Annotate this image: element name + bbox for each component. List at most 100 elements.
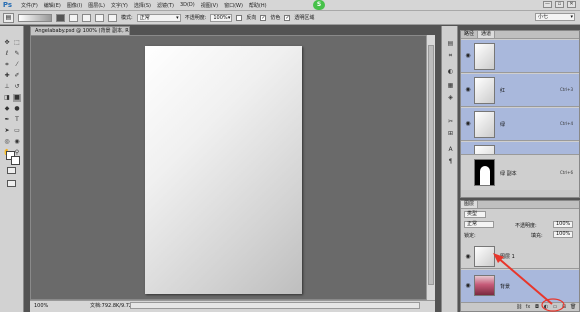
angle-gradient-button[interactable] [82, 13, 91, 22]
linear-gradient-button[interactable] [56, 13, 65, 22]
opacity-label: 不透明度: [184, 15, 207, 21]
close-button[interactable]: ✕ [567, 1, 576, 8]
reverse-checkbox[interactable] [236, 14, 243, 21]
menu-window[interactable]: 窗口(W) [224, 2, 243, 9]
blur-tool-icon[interactable]: ◆ [3, 105, 11, 113]
options-bar: ▤ 模式: 正常 不透明度: 100% 反向 仿色 透明区域 [0, 11, 580, 25]
vertical-scroll-thumb[interactable] [428, 45, 434, 285]
menu-layer[interactable]: 图层(L) [88, 2, 105, 9]
channel-shortcut: Ctrl+6 [559, 170, 573, 175]
diamond-gradient-button[interactable] [108, 13, 117, 22]
menu-select[interactable]: 选择(S) [134, 2, 151, 9]
transparency-label: 透明区域 [294, 15, 315, 21]
channel-thumbnail [474, 43, 495, 70]
layer-opacity-input[interactable]: 100% [553, 221, 573, 228]
annotation-arrow [493, 253, 565, 312]
channel-row-alpha[interactable]: 绿 副本 Ctrl+6 [461, 154, 579, 190]
color-panel-icon[interactable]: ◈ [446, 94, 455, 102]
properties-panel-icon[interactable]: ⌗ [446, 52, 455, 60]
menu-file[interactable]: 文件(F) [21, 2, 38, 9]
menu-type[interactable]: 文字(Y) [111, 2, 128, 9]
maximize-button[interactable]: ▫ [555, 1, 564, 8]
channels-panel-tabs: 路径 通道 [461, 31, 579, 39]
channel-row-red[interactable]: ◉ 红 Ctrl+3 [461, 74, 579, 107]
menu-3d[interactable]: 3D(D) [180, 2, 195, 8]
character-panel-icon[interactable]: A [446, 146, 455, 154]
gradient-picker[interactable] [18, 13, 52, 22]
channel-row-green[interactable]: ◉ 绿 Ctrl+4 [461, 108, 579, 141]
type-tool-icon[interactable]: T [13, 116, 21, 124]
annotation-circle [541, 298, 565, 312]
gradient-tool-icon[interactable]: ▤ [3, 12, 14, 23]
lasso-tool-icon[interactable]: ℓ [3, 50, 11, 58]
visibility-eye-icon[interactable]: ◉ [464, 282, 472, 289]
clone-stamp-tool-icon[interactable]: ⊥ [3, 83, 11, 91]
history-brush-tool-icon[interactable]: ↺ [13, 83, 21, 91]
update-badge-icon[interactable]: S [313, 0, 325, 10]
menu-bar: Ps 文件(F) 编辑(E) 图像(I) 图层(L) 文字(Y) 选择(S) 滤… [0, 0, 580, 11]
dither-label: 仿色 [270, 15, 281, 21]
menu-view[interactable]: 视图(V) [201, 2, 218, 9]
minimize-button[interactable]: — [543, 1, 552, 8]
channel-thumbnail [474, 111, 495, 138]
visibility-eye-icon[interactable]: ◉ [464, 120, 472, 127]
vertical-scrollbar[interactable] [426, 35, 435, 300]
photoshop-logo: Ps [2, 0, 13, 9]
mode-select[interactable]: 正常 [136, 13, 181, 22]
panel-dock-strip: ▤ ⌗ ◐ ▦ ◈ ✂ ⊞ A ¶ [441, 26, 458, 312]
3d-tool-icon[interactable]: ◎ [3, 138, 11, 146]
history-panel-icon[interactable]: ▤ [446, 40, 455, 48]
zoom-level[interactable]: 100% [34, 301, 48, 311]
arrow-line [496, 256, 553, 305]
quick-select-tool-icon[interactable]: ✎ [13, 50, 21, 58]
menu-filter[interactable]: 滤镜(T) [157, 2, 174, 9]
gradient-tool-icon[interactable]: ■ [13, 94, 21, 102]
tab-channels[interactable]: 通道 [478, 31, 496, 38]
swatches-panel-icon[interactable]: ▦ [446, 82, 455, 90]
document-tab[interactable]: Angelababy.psd @ 100% (背景 副本, RGB/8#) [30, 26, 130, 35]
adjustments-panel-icon[interactable]: ◐ [446, 68, 455, 76]
layer-filter-select[interactable]: 类型 [464, 211, 486, 218]
menu-image[interactable]: 图像(I) [67, 2, 82, 9]
opacity-input[interactable]: 100% [210, 13, 233, 22]
crop-tool-icon[interactable]: ⌗ [3, 61, 11, 69]
menu-help[interactable]: 帮助(H) [249, 2, 267, 9]
clone-source-panel-icon[interactable]: ⊞ [446, 130, 455, 138]
layers-panel-tabs: 图层 [461, 201, 579, 209]
menu-edit[interactable]: 编辑(E) [44, 2, 61, 9]
tab-layers[interactable]: 图层 [461, 201, 479, 208]
fill-input[interactable]: 100% [553, 231, 573, 238]
channel-name: 绿 副本 [500, 171, 517, 177]
dither-checkbox[interactable] [260, 14, 267, 21]
3d-camera-tool-icon[interactable]: ◉ [13, 138, 21, 146]
canvas[interactable] [145, 46, 302, 294]
visibility-eye-icon[interactable]: ◉ [464, 86, 472, 93]
blend-mode-select[interactable]: 正常 [464, 221, 494, 228]
quick-mask-button[interactable] [7, 167, 16, 174]
reflected-gradient-button[interactable] [95, 13, 104, 22]
horizontal-scrollbar[interactable] [130, 302, 420, 309]
tab-paths[interactable]: 路径 [461, 31, 479, 38]
transparency-checkbox[interactable] [284, 14, 291, 21]
dodge-tool-icon[interactable]: ● [13, 105, 21, 113]
eraser-tool-icon[interactable]: ◨ [3, 94, 11, 102]
brush-panel-icon[interactable]: ✂ [446, 118, 455, 126]
marquee-tool-icon[interactable]: ⬚ [13, 39, 21, 47]
screen-mode-button[interactable] [7, 180, 16, 187]
channel-name: 红 [500, 88, 506, 94]
visibility-eye-icon[interactable]: ◉ [464, 253, 472, 260]
paragraph-panel-icon[interactable]: ¶ [446, 158, 455, 166]
path-select-tool-icon[interactable]: ➤ [3, 127, 11, 135]
pen-tool-icon[interactable]: ✒ [3, 116, 11, 124]
shape-tool-icon[interactable]: ▭ [13, 127, 21, 135]
channel-row-rgb[interactable]: ◉ [461, 40, 579, 73]
reverse-label: 反向 [246, 15, 257, 21]
brush-tool-icon[interactable]: ✐ [13, 72, 21, 80]
healing-brush-tool-icon[interactable]: ✚ [3, 72, 11, 80]
eyedropper-tool-icon[interactable]: ⁄ [13, 61, 21, 69]
move-tool-icon[interactable]: ✥ [3, 39, 11, 47]
workspace-select[interactable]: 小七 [535, 13, 575, 21]
radial-gradient-button[interactable] [69, 13, 78, 22]
background-color-swatch[interactable] [11, 156, 20, 165]
visibility-eye-icon[interactable]: ◉ [464, 52, 472, 59]
